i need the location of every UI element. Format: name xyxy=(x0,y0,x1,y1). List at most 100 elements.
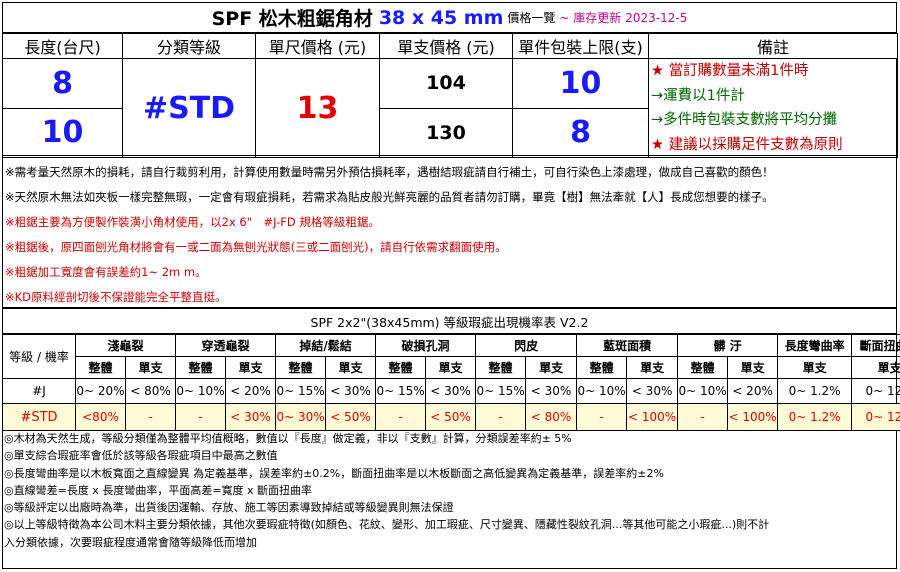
subheader-single: 單支 xyxy=(851,356,900,379)
page-title: SPF 松木粗鋸角材 38 x 45 mm 價格一覽 ~ 庫存更新 2023-1… xyxy=(2,2,897,33)
defect-row-j: #J 0~ 20% < 80% 0~ 10% < 20% 0~ 15% < 30… xyxy=(2,378,900,404)
defect-cell: 0~ 1.2% xyxy=(777,403,853,431)
defect-cell: 0~ 15% xyxy=(275,378,327,404)
price-table-header: 長度(台尺) 分類等級 單尺價格 (元) 單支價格 (元) 單件包裝上限(支) … xyxy=(2,33,898,59)
remark-line: ★ 當訂購數量未滿1件時 xyxy=(651,63,809,79)
grade-label: #J xyxy=(2,378,76,404)
subheader-single: 單支 xyxy=(124,356,177,379)
grading-note-line: ◎以上等級特徵為本公司木料主要分類依據，其他次要瑕疵特徵(如顏色、花紋、變形、加… xyxy=(4,518,770,532)
defect-cell: 0~ 12% xyxy=(851,403,900,431)
defect-cell: - xyxy=(576,403,628,431)
defect-cell: < 20% xyxy=(225,378,277,404)
category-header: 破損孔洞 xyxy=(375,334,477,357)
price-row: 8 #STD 13 104 10 ★ 當訂購數量未滿1件時 →運費以1件計 →多… xyxy=(2,58,898,158)
price-table: 長度(台尺) 分類等級 單尺價格 (元) 單支價格 (元) 單件包裝上限(支) … xyxy=(2,33,898,158)
title-update-note: ~ 庫存更新 xyxy=(559,11,622,25)
grading-note-line: ◎直線彎差=長度 x 長度彎曲率，平面高差=寬度 x 斷面扭曲率 xyxy=(4,483,313,497)
grade-value: #STD xyxy=(122,58,256,158)
subheader-whole: 整體 xyxy=(375,356,427,379)
defect-cell: < 30% xyxy=(325,378,377,404)
length-value: 8 xyxy=(2,58,123,109)
subheader-single: 單支 xyxy=(225,356,277,379)
category-header: 掉結/鬆結 xyxy=(275,334,377,357)
defect-cell: < 20% xyxy=(727,378,779,404)
defect-row-std: #STD <80% - - < 30% 0~ 30% < 50% - < 50%… xyxy=(2,403,900,431)
defect-cell: < 80% xyxy=(124,378,177,404)
defect-cell: 0~ 1.2% xyxy=(777,378,853,404)
title-update-date: 2023-12-5 xyxy=(625,10,688,25)
subheader-single: 單支 xyxy=(425,356,477,379)
defect-cell: < 30% xyxy=(425,378,477,404)
subheader-whole: 整體 xyxy=(576,356,628,379)
defect-cell: < 80% xyxy=(525,403,578,431)
note-line: ※天然原木無法如夾板一樣完整無瑕，一定會有瑕疵損耗，若需求為貼皮般光鮮亮麗的品質… xyxy=(5,190,774,204)
defect-cell: - xyxy=(124,403,177,431)
category-header: 藍斑面積 xyxy=(576,334,679,357)
grading-note-line: ◎等級評定以出廠時為準，出貨後因運輸、存放、施工等因素導致掉結或等級變異則無法保… xyxy=(4,501,454,515)
defect-cell: 0~ 15% xyxy=(375,378,427,404)
title-main: SPF 松木粗鋸角材 xyxy=(211,8,373,30)
subheader-single: 單支 xyxy=(626,356,679,379)
header-piece-price: 單支價格 (元) xyxy=(379,33,513,59)
category-header: 斷面扭曲率 xyxy=(851,334,900,357)
subheader-single: 單支 xyxy=(727,356,779,379)
defect-subheader-row: 整體 單支 整體 單支 整體 單支 整體 單支 整體 單支 整體 單支 整體 單… xyxy=(3,356,900,379)
title-size: 38 x 45 mm xyxy=(378,6,504,29)
subheader-whole: 整體 xyxy=(475,356,527,379)
category-header: 髒 汙 xyxy=(677,334,779,357)
piece-price-value: 130 xyxy=(379,107,513,158)
defect-cell: 0~ 15% xyxy=(475,378,527,404)
defect-table-title: SPF 2x2"(38x45mm) 等級瑕疵出現機率表 V2.2 xyxy=(2,308,897,334)
remarks-cell: ★ 當訂購數量未滿1件時 →運費以1件計 →多件時包裝支數將平均分攤 ★ 建議以… xyxy=(648,58,898,158)
category-header: 閃皮 xyxy=(475,334,578,357)
subheader-single: 單支 xyxy=(325,356,377,379)
defect-cell: 0~ 20% xyxy=(75,378,126,404)
remark-line: ★ 建議以採購足件支數為原則 xyxy=(651,136,843,153)
pack-limit-value: 8 xyxy=(512,107,649,158)
grade-header: 等級 / 機率 xyxy=(2,334,76,379)
grading-note-line: ◎單支綜合瑕疵率會低於該等級各瑕疵項目中最高之數值 xyxy=(4,449,278,463)
defect-cell: < 50% xyxy=(425,403,477,431)
defect-cell: 0~ 12% xyxy=(851,378,900,404)
category-header: 淺龜裂 xyxy=(74,334,177,357)
pack-limit-value: 10 xyxy=(512,58,649,109)
category-header: 穿透龜裂 xyxy=(175,334,277,357)
defect-cell: < 50% xyxy=(325,403,377,431)
defect-cell: < 30% xyxy=(525,378,578,404)
defect-cell: 0~ 10% xyxy=(576,378,628,404)
note-line: ※粗鋸主要為方便製作裝潢小角材使用，以2x 6" #J-FD 規格等級粗鋸。 xyxy=(5,215,380,229)
subheader-single: 單支 xyxy=(777,356,853,379)
note-line: ※粗鋸後，原四面刨光角材將會有一或二面為無刨光狀態(三或二面刨光)，請自行依需求… xyxy=(5,240,507,254)
defect-cell: < 30% xyxy=(225,403,277,431)
defect-cell: < 30% xyxy=(626,378,679,404)
defect-cell: 0~ 10% xyxy=(677,378,729,404)
defect-table: 等級 / 機率 淺龜裂 穿透龜裂 掉結/鬆結 破損孔洞 閃皮 藍斑面積 髒 汙 … xyxy=(2,334,900,431)
header-grade: 分類等級 xyxy=(122,33,256,59)
defect-cell: 0~ 10% xyxy=(175,378,227,404)
piece-price-value: 104 xyxy=(379,58,513,109)
subheader-whole: 整體 xyxy=(275,356,327,379)
defect-cell: - xyxy=(677,403,729,431)
header-length: 長度(台尺) xyxy=(2,33,123,59)
defect-category-row: 等級 / 機率 淺龜裂 穿透龜裂 掉結/鬆結 破損孔洞 閃皮 藍斑面積 髒 汙 … xyxy=(2,334,900,379)
subheader-single: 單支 xyxy=(525,356,578,379)
remark-line: →運費以1件計 xyxy=(651,87,745,104)
note-line: ※粗鋸加工寬度會有誤差約1~ 2m m。 xyxy=(5,265,207,279)
defect-cell: - xyxy=(475,403,527,431)
grading-note-line: 入分類依據，次要瑕疵程度通常會隨等級降低而增加 xyxy=(4,535,257,549)
defect-cell: 0~ 30% xyxy=(275,403,327,431)
subheader-whole: 整體 xyxy=(175,356,227,379)
length-value: 10 xyxy=(2,107,123,158)
note-line: ※KD原料經剖切後不保證能完全平整直挺。 xyxy=(5,290,227,304)
defect-cell: - xyxy=(375,403,427,431)
note-line: ※需考量天然原木的損耗，請自行裁剪利用，計算使用數量時需另外預估損耗率，遇樹結瑕… xyxy=(5,165,774,179)
title-suffix: 價格一覽 xyxy=(507,11,556,25)
header-pack-limit: 單件包裝上限(支) xyxy=(512,33,649,59)
unit-price-value: 13 xyxy=(255,58,380,158)
grading-note-line: ◎木材為天然生成，等級分類僅為整體平均值概略，數值以『長度』做定義，非以『支數』… xyxy=(4,432,572,445)
usage-notes: ※需考量天然原木的損耗，請自行裁剪利用，計算使用數量時需另外預估損耗率，遇樹結瑕… xyxy=(2,155,897,308)
defect-cell: < 100% xyxy=(626,403,679,431)
grade-label: #STD xyxy=(2,403,76,431)
grading-notes: ◎木材為天然生成，等級分類僅為整體平均值概略，數值以『長度』做定義，非以『支數』… xyxy=(2,429,897,569)
defect-cell: < 100% xyxy=(727,403,779,431)
